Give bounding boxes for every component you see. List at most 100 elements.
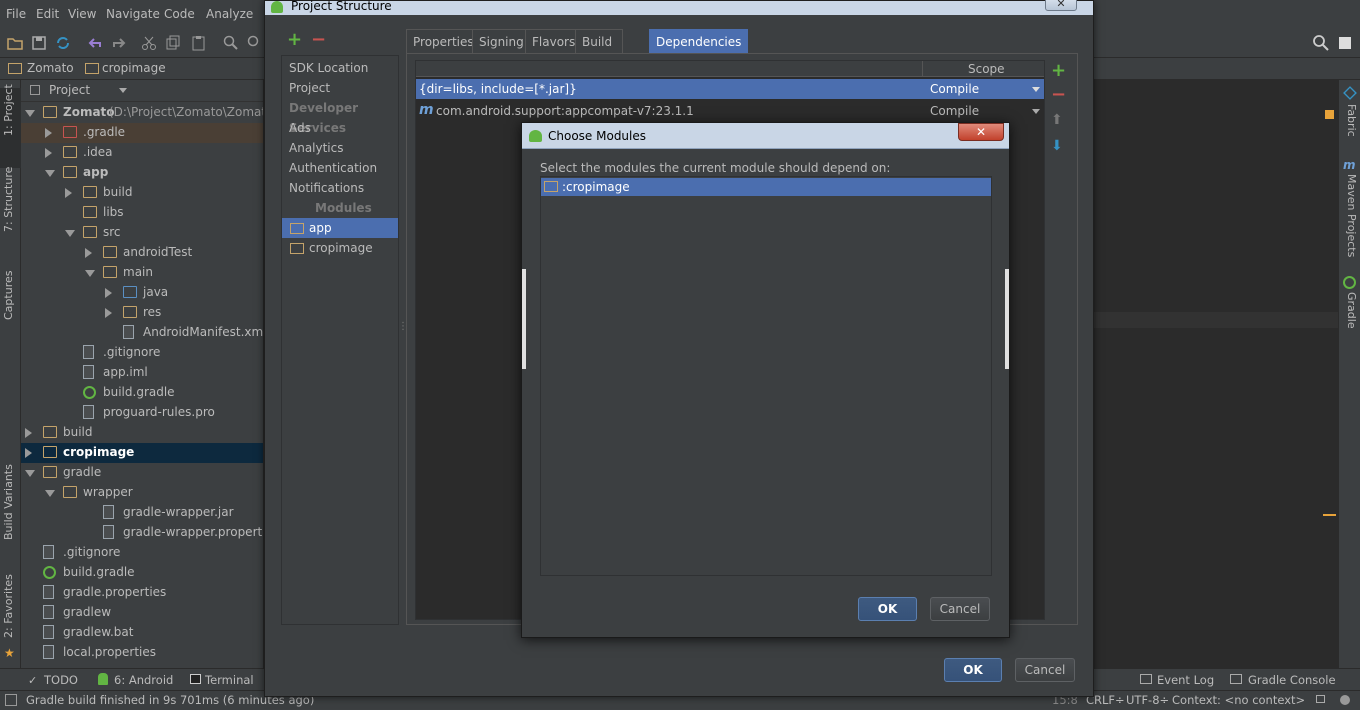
tree-item[interactable]: app.iml: [21, 363, 263, 383]
tree-item[interactable]: gradlew.bat: [21, 623, 263, 643]
add-icon[interactable]: +: [287, 31, 302, 49]
menu-analyze[interactable]: Analyze: [206, 7, 253, 21]
category-item[interactable]: Ads: [282, 118, 398, 138]
tab-favorites[interactable]: 2: Favorites: [2, 574, 15, 638]
tree-item[interactable]: AndroidManifest.xml: [21, 323, 267, 343]
tree-item[interactable]: gradle: [21, 463, 263, 483]
category-item[interactable]: SDK Location: [282, 58, 398, 78]
tab-gradle-console[interactable]: Gradle Console: [1248, 673, 1336, 687]
table-row[interactable]: {dir=libs, include=[*.jar]} Compile: [416, 79, 1044, 99]
tab-captures[interactable]: Captures: [2, 271, 15, 320]
collapse-arrow-icon[interactable]: [85, 270, 95, 277]
collapse-arrow-icon[interactable]: [65, 230, 75, 237]
menu-view[interactable]: View: [68, 7, 96, 21]
tab-terminal[interactable]: Terminal: [205, 673, 254, 687]
tree-item[interactable]: src: [21, 223, 263, 243]
dependency-scope[interactable]: Compile: [930, 82, 979, 96]
tab-flavors[interactable]: Flavors: [525, 29, 583, 53]
category-item[interactable]: cropimage: [282, 238, 398, 258]
tab-build-variants[interactable]: Build Variants: [2, 464, 15, 540]
tree-item[interactable]: build.gradle: [21, 383, 263, 403]
save-icon[interactable]: [30, 34, 48, 52]
tab-android[interactable]: 6: Android: [114, 673, 173, 687]
inspector-icon[interactable]: [1340, 695, 1350, 705]
tree-item[interactable]: build.gradle: [21, 563, 263, 583]
tree-item[interactable]: gradle.properties: [21, 583, 263, 603]
breadcrumb-cropimage[interactable]: cropimage: [102, 61, 166, 75]
collapse-arrow-icon[interactable]: [25, 470, 35, 477]
cancel-button[interactable]: Cancel: [1015, 658, 1075, 682]
expand-arrow-icon[interactable]: [45, 148, 52, 158]
replace-icon[interactable]: [246, 34, 264, 52]
remove-icon[interactable]: −: [311, 31, 326, 49]
tab-properties[interactable]: Properties: [406, 29, 481, 53]
collapse-arrow-icon[interactable]: [45, 490, 55, 497]
scope-column-header[interactable]: Scope: [968, 62, 1005, 76]
tab-event-log[interactable]: Event Log: [1157, 673, 1214, 687]
menu-edit[interactable]: Edit: [36, 7, 59, 21]
copy-icon[interactable]: [164, 34, 182, 52]
tree-item[interactable]: local.properties: [21, 643, 263, 663]
tree-item[interactable]: .idea: [21, 143, 263, 163]
tree-item[interactable]: cropimage: [21, 443, 263, 463]
collapse-arrow-icon[interactable]: [25, 110, 35, 117]
tab-gradle[interactable]: Gradle: [1345, 292, 1358, 329]
tab-todo[interactable]: TODO: [44, 673, 78, 687]
chevron-down-icon[interactable]: [1032, 109, 1040, 114]
menu-file[interactable]: File: [6, 7, 26, 21]
open-folder-icon[interactable]: [6, 34, 24, 52]
tab-project[interactable]: 1: Project: [2, 84, 15, 136]
tree-item[interactable]: wrapper: [21, 483, 263, 503]
collapse-arrow-icon[interactable]: [45, 170, 55, 177]
list-item[interactable]: :cropimage: [541, 178, 991, 196]
expand-arrow-icon[interactable]: [25, 428, 32, 438]
tree-item[interactable]: proguard-rules.pro: [21, 403, 263, 423]
event-log-icon[interactable]: [1336, 34, 1354, 52]
category-item[interactable]: app: [282, 218, 398, 238]
cancel-button[interactable]: Cancel: [930, 597, 990, 621]
tree-item[interactable]: gradle-wrapper.properties: [21, 523, 279, 543]
expand-arrow-icon[interactable]: [105, 308, 112, 318]
tree-item[interactable]: .gradle: [21, 123, 263, 143]
close-icon[interactable]: ✕: [958, 123, 1004, 141]
toggle-tool-windows-icon[interactable]: [5, 694, 17, 706]
expand-arrow-icon[interactable]: [45, 128, 52, 138]
redo-icon[interactable]: [110, 34, 128, 52]
add-dependency-icon[interactable]: +: [1051, 62, 1066, 80]
expand-arrow-icon[interactable]: [65, 188, 72, 198]
menu-navigate[interactable]: Navigate: [106, 7, 160, 21]
tab-build-types[interactable]: Build Types: [575, 29, 623, 73]
tree-item[interactable]: build: [21, 183, 263, 203]
undo-icon[interactable]: [86, 34, 104, 52]
tree-item[interactable]: res: [21, 303, 263, 323]
context-selector[interactable]: Context: <no context>: [1172, 693, 1305, 707]
tree-item[interactable]: Zomato (D:\Project\Zomato\Zomato): [21, 103, 278, 123]
breadcrumb-zomato[interactable]: Zomato: [27, 61, 74, 75]
chevron-down-icon[interactable]: [1032, 87, 1040, 92]
move-down-icon[interactable]: ⬇: [1051, 138, 1063, 154]
cut-icon[interactable]: [140, 34, 158, 52]
menu-code[interactable]: Code: [164, 7, 195, 21]
move-up-icon[interactable]: ⬆: [1051, 112, 1063, 128]
category-item[interactable]: Project: [282, 78, 398, 98]
expand-arrow-icon[interactable]: [85, 248, 92, 258]
remove-dependency-icon[interactable]: −: [1051, 86, 1066, 104]
dependency-scope[interactable]: Compile: [930, 104, 979, 118]
category-item[interactable]: Analytics: [282, 138, 398, 158]
tree-item[interactable]: gradle-wrapper.jar: [21, 503, 263, 523]
find-icon[interactable]: [222, 34, 240, 52]
expand-arrow-icon[interactable]: [25, 448, 32, 458]
tree-item[interactable]: .gitignore: [21, 343, 263, 363]
tree-item[interactable]: gradlew: [21, 603, 263, 623]
tree-item[interactable]: build: [21, 423, 263, 443]
file-encoding[interactable]: UTF-8÷: [1126, 693, 1169, 707]
tab-fabric[interactable]: Fabric: [1345, 104, 1358, 137]
close-icon[interactable]: ✕: [1045, 0, 1077, 11]
project-view-selector[interactable]: Project: [27, 83, 147, 99]
tree-item[interactable]: libs: [21, 203, 263, 223]
category-item[interactable]: Notifications: [282, 178, 398, 198]
tree-item[interactable]: app: [21, 163, 263, 183]
expand-arrow-icon[interactable]: [105, 288, 112, 298]
ok-button[interactable]: OK: [858, 597, 917, 621]
category-item[interactable]: Authentication: [282, 158, 398, 178]
